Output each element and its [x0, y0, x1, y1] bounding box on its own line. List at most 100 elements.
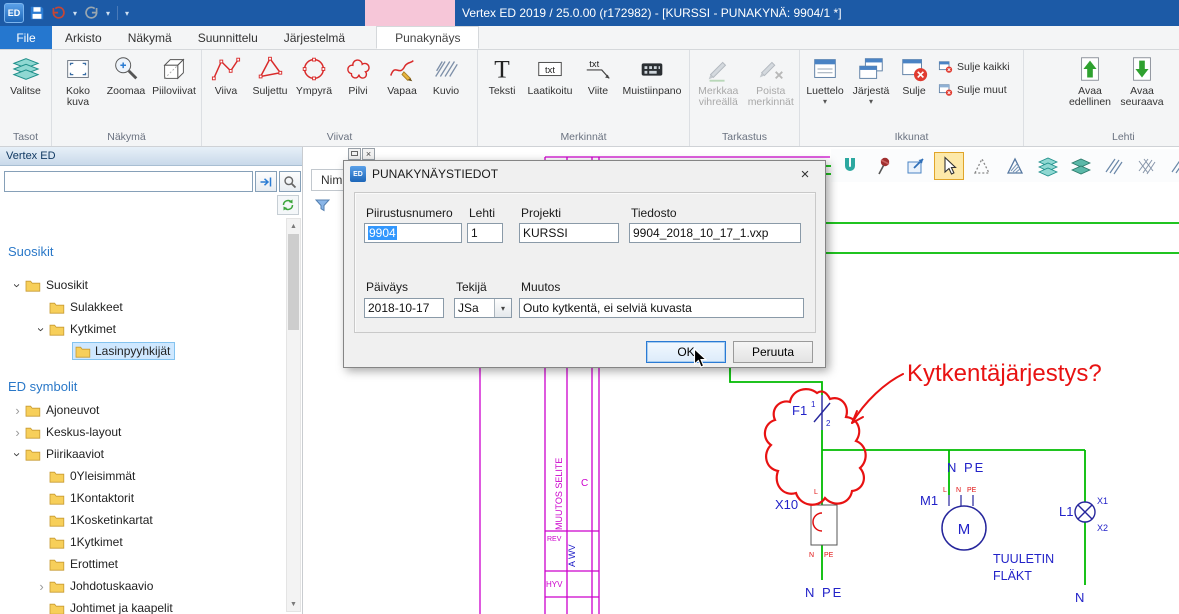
panel-close-button[interactable]: ×: [362, 148, 375, 160]
chevron-down-icon[interactable]: ›: [10, 447, 25, 462]
luettelo-dropdown-icon[interactable]: ▾: [802, 98, 848, 106]
tree-item-ajoneuvot[interactable]: › Ajoneuvot: [0, 399, 286, 421]
tree-item-0yleisimmat[interactable]: 0Yleisimmät: [0, 465, 286, 487]
lamp-symbol[interactable]: [1075, 502, 1095, 522]
kuvio-button[interactable]: Kuvio: [424, 51, 468, 130]
scroll-down-button[interactable]: ▼: [287, 597, 300, 611]
layers-tool-button[interactable]: [1033, 152, 1063, 180]
connector-symbol[interactable]: [811, 505, 837, 545]
chevron-right-icon[interactable]: ›: [10, 403, 25, 418]
tree-item-1kosketinkartat[interactable]: 1Kosketinkartat: [0, 509, 286, 531]
sulje-kaikki-button[interactable]: Sulje kaikki: [934, 57, 1014, 77]
tiedosto-field[interactable]: 9904_2018_10_17_1.vxp: [629, 223, 801, 243]
save-button[interactable]: [27, 3, 46, 23]
scrollbar-thumb[interactable]: [288, 234, 299, 330]
tab-file[interactable]: File: [0, 26, 52, 49]
triangle-outline-tool-button[interactable]: [967, 152, 997, 180]
koko-kuva-button[interactable]: Koko kuva: [54, 51, 102, 130]
redline-annotation-text[interactable]: Kytkentäjärjestys?: [907, 360, 1102, 387]
tab-punakynays[interactable]: Punakynäys: [376, 26, 479, 49]
piiloviivat-button[interactable]: Piiloviivat: [150, 51, 198, 130]
tab-nakyma[interactable]: Näkymä: [115, 26, 185, 49]
combo-dropdown-button[interactable]: ▾: [494, 299, 511, 317]
search-input[interactable]: [4, 171, 253, 192]
hatch-tool-button[interactable]: [1099, 152, 1129, 180]
customize-qat-button[interactable]: ▾: [123, 9, 131, 18]
ympyra-button[interactable]: Ympyrä: [292, 51, 336, 130]
redline-cloud[interactable]: [765, 374, 903, 505]
tab-suunnittelu[interactable]: Suunnittelu: [185, 26, 271, 49]
tree-item-kytkimet[interactable]: › Kytkimet: [0, 318, 286, 340]
scroll-up-button[interactable]: ▲: [287, 219, 300, 233]
frame-text-c: C: [581, 478, 588, 489]
tree-item-keskus-layout[interactable]: › Keskus-layout: [0, 421, 286, 443]
lehti-field[interactable]: 1: [467, 223, 503, 243]
jarjesta-button[interactable]: Järjestä ▾: [848, 51, 894, 130]
tree-item-johtimet[interactable]: Johtimet ja kaapelit: [0, 597, 286, 614]
panel-restore-button[interactable]: [348, 148, 361, 160]
selected-tree-item[interactable]: Lasinpyyhkijät: [73, 343, 174, 359]
search-button[interactable]: [279, 171, 301, 192]
drag-view-button[interactable]: [901, 152, 931, 180]
search-go-button[interactable]: [255, 171, 277, 192]
tree-item-1kontaktorit[interactable]: 1Kontaktorit: [0, 487, 286, 509]
tekija-combobox[interactable]: JSa ▾: [454, 298, 512, 318]
paivays-field[interactable]: 2018-10-17: [364, 298, 444, 318]
ok-button[interactable]: OK: [646, 341, 726, 363]
sulje-muut-button[interactable]: Sulje muut: [934, 80, 1014, 100]
dialog-titlebar[interactable]: ED PUNAKYNÄYSTIEDOT ×: [344, 161, 825, 187]
filter-icon[interactable]: [315, 199, 330, 215]
tree-item-erottimet[interactable]: Erottimet: [0, 553, 286, 575]
chevron-down-icon[interactable]: ›: [34, 322, 49, 337]
chevron-down-icon[interactable]: ›: [10, 278, 25, 293]
chevron-right-icon[interactable]: ›: [34, 579, 49, 594]
piirustusnumero-field[interactable]: 9904: [364, 223, 462, 243]
tree-item-suosikit[interactable]: › Suosikit: [0, 274, 286, 296]
tree-item-piirikaaviot[interactable]: › Piirikaaviot: [0, 443, 286, 465]
tree-item-1kytkimet[interactable]: 1Kytkimet: [0, 531, 286, 553]
extra-tool-button[interactable]: [1165, 152, 1179, 180]
tab-arkisto[interactable]: Arkisto: [52, 26, 115, 49]
chevron-right-icon[interactable]: ›: [10, 425, 25, 440]
select-tool-button[interactable]: [934, 152, 964, 180]
triangle-hatch-tool-button[interactable]: [1000, 152, 1030, 180]
undo-menu-button[interactable]: ▾: [71, 9, 79, 18]
tree-scrollbar[interactable]: ▲ ▼: [286, 218, 301, 612]
app-logo[interactable]: ED: [4, 3, 24, 23]
luettelo-button[interactable]: Luettelo ▾: [802, 51, 848, 130]
tab-jarjestelma[interactable]: Järjestelmä: [271, 26, 358, 49]
muistiinpano-button[interactable]: Muistiinpano: [620, 51, 684, 130]
layers-icon: [11, 54, 41, 84]
jarjesta-dropdown-icon[interactable]: ▾: [848, 98, 894, 106]
pin-label-1: 1: [811, 400, 816, 409]
suljettu-button[interactable]: Suljettu: [248, 51, 292, 130]
svg-text:txt: txt: [589, 59, 599, 69]
tree-item-label: 0Yleisimmät: [70, 469, 135, 483]
snap-tool-button[interactable]: [835, 152, 865, 180]
pilvi-button[interactable]: Pilvi: [336, 51, 380, 130]
dialog-close-button[interactable]: ×: [791, 166, 819, 183]
refresh-button[interactable]: [277, 195, 299, 215]
viite-button[interactable]: txt Viite: [576, 51, 620, 130]
laatikoitu-button[interactable]: txt Laatikoitu: [524, 51, 576, 130]
sulje-button[interactable]: Sulje: [894, 51, 934, 130]
valitse-button[interactable]: Valitse: [2, 51, 49, 130]
hatch-alt-tool-button[interactable]: [1132, 152, 1162, 180]
avaa-seuraava-button[interactable]: Avaa seuraava: [1116, 51, 1168, 130]
zoomaa-button[interactable]: Zoomaa: [102, 51, 150, 130]
viiva-button[interactable]: Viiva: [204, 51, 248, 130]
tree-item-johdotuskaavio[interactable]: › Johdotuskaavio: [0, 575, 286, 597]
tree-item-sulakkeet[interactable]: Sulakkeet: [0, 296, 286, 318]
undo-button[interactable]: [49, 3, 68, 23]
tree-item-lasinpyyhkijat[interactable]: Lasinpyyhkijät: [0, 340, 286, 362]
cancel-button[interactable]: Peruuta: [733, 341, 813, 363]
projekti-field[interactable]: KURSSI: [519, 223, 619, 243]
avaa-edellinen-button[interactable]: Avaa edellinen: [1064, 51, 1116, 130]
vapaa-button[interactable]: Vapaa: [380, 51, 424, 130]
pin-tool-button[interactable]: [868, 152, 898, 180]
redo-menu-button[interactable]: ▾: [104, 9, 112, 18]
layers-alt-tool-button[interactable]: [1066, 152, 1096, 180]
muutos-field[interactable]: Outo kytkentä, ei selviä kuvasta: [519, 298, 804, 318]
redo-button[interactable]: [82, 3, 101, 23]
teksti-button[interactable]: T Teksti: [480, 51, 524, 130]
